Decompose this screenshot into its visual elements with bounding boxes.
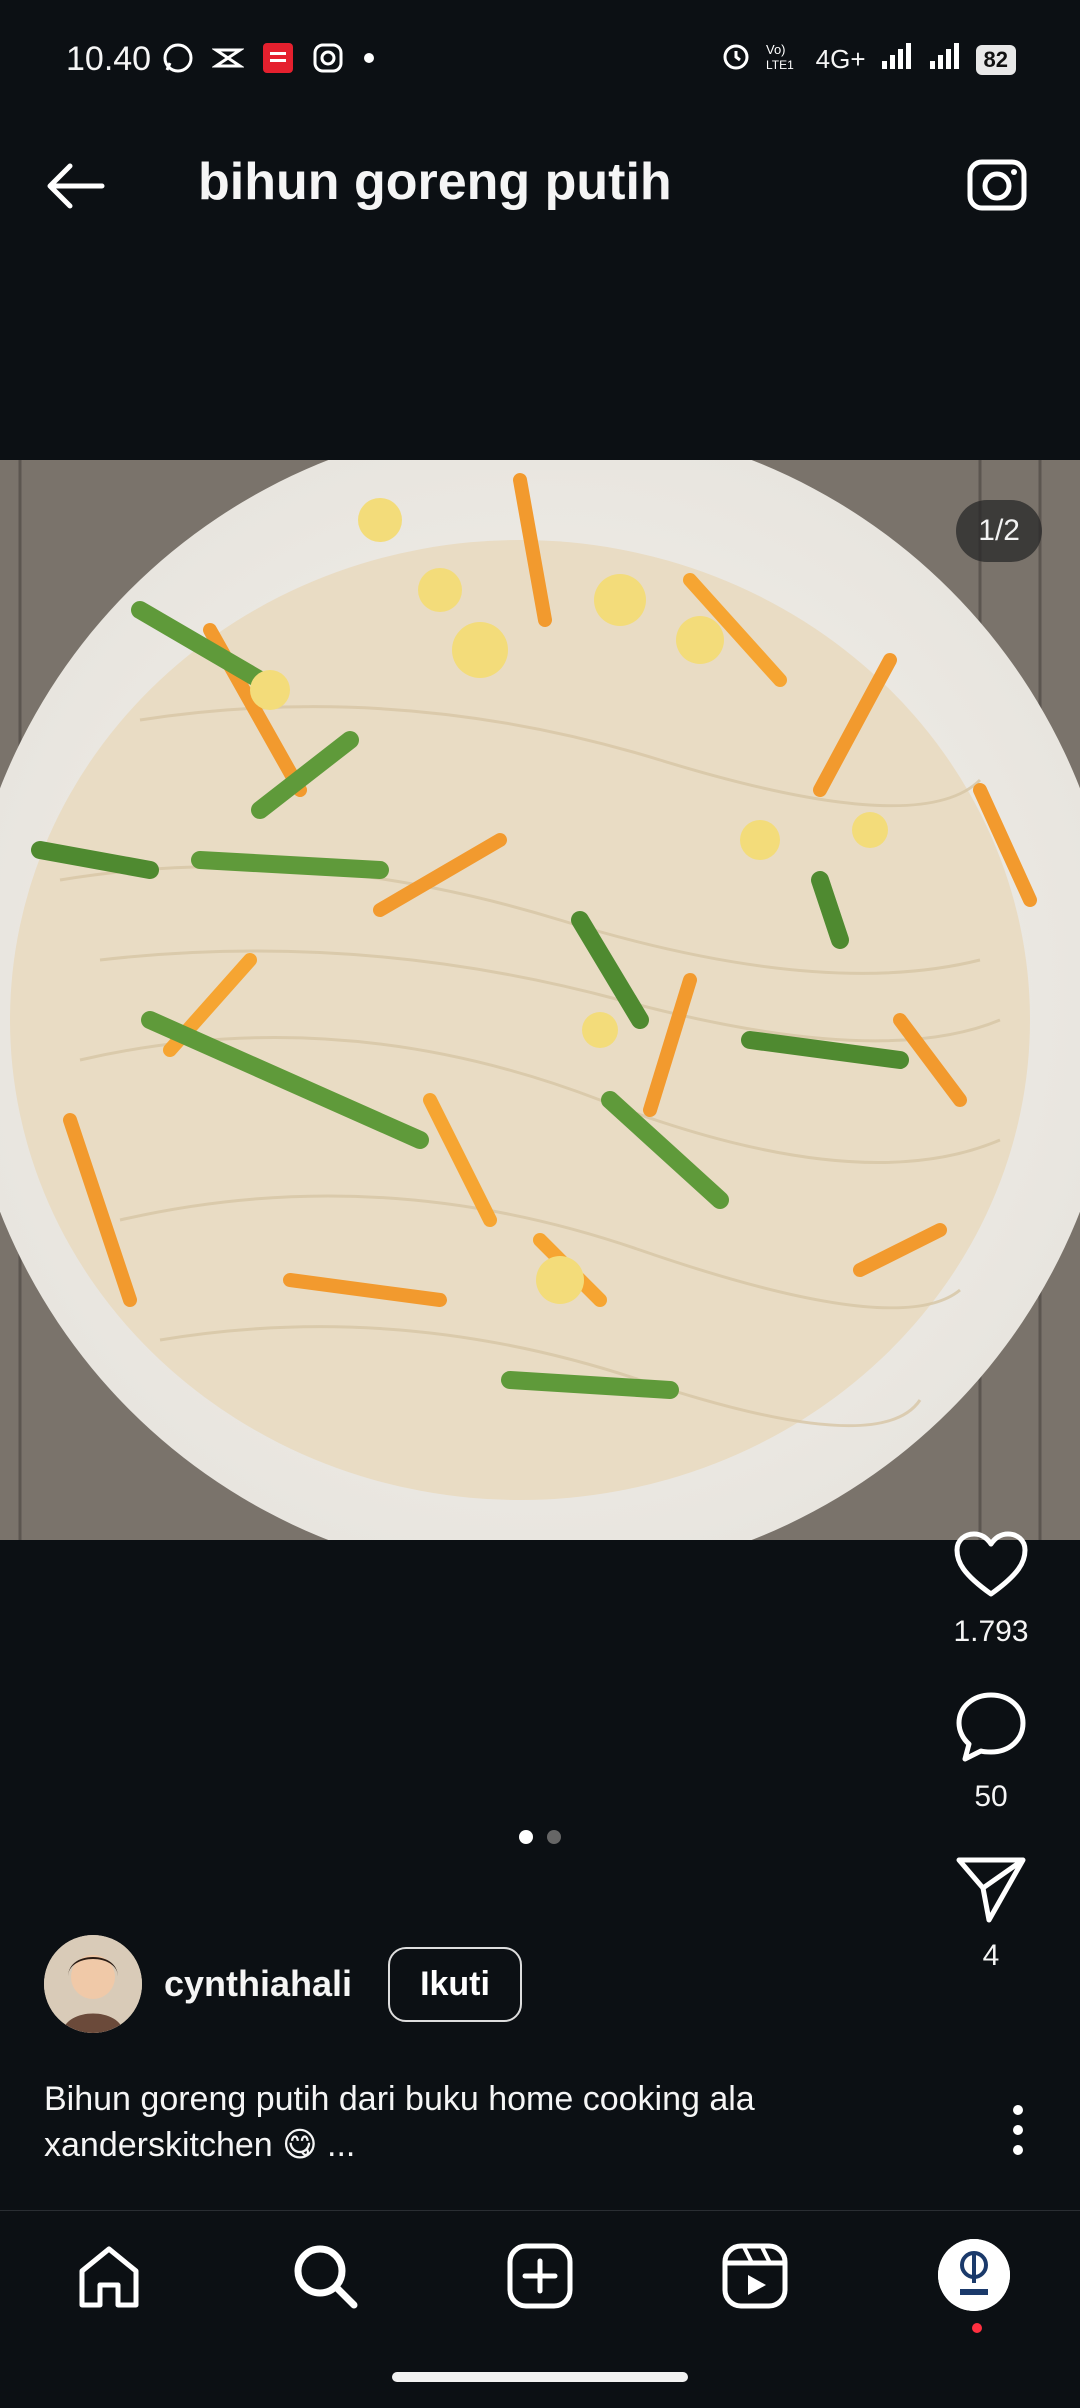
status-left-icons bbox=[162, 42, 376, 79]
home-indicator[interactable] bbox=[392, 2372, 688, 2382]
profile-avatar bbox=[938, 2239, 1010, 2311]
reels-icon bbox=[722, 2243, 788, 2309]
page-title: bihun goreng putih bbox=[198, 153, 672, 211]
back-button[interactable] bbox=[40, 158, 110, 214]
share-action[interactable]: 4 bbox=[926, 1854, 1056, 1973]
notification-dot-icon bbox=[362, 51, 376, 70]
battery-indicator: 82 bbox=[975, 44, 1016, 75]
more-vertical-icon bbox=[1013, 2105, 1023, 2155]
post-caption[interactable]: Bihun goreng putih dari buku home cookin… bbox=[44, 2076, 904, 2168]
nav-search[interactable] bbox=[290, 2241, 360, 2311]
post-image[interactable]: 1/2 bbox=[0, 460, 1080, 1540]
carousel-dot-active bbox=[519, 1830, 533, 1844]
svg-text:Vo): Vo) bbox=[766, 42, 786, 57]
more-options-button[interactable] bbox=[1000, 2100, 1036, 2160]
food-photo bbox=[0, 460, 1080, 1540]
like-action[interactable]: 1.793 bbox=[926, 1530, 1056, 1649]
post-author: cynthiahali Ikuti bbox=[44, 1935, 522, 2033]
like-count: 1.793 bbox=[953, 1615, 1029, 1648]
comment-icon bbox=[956, 1692, 1026, 1762]
create-icon bbox=[507, 2243, 573, 2309]
nav-profile[interactable] bbox=[938, 2239, 1010, 2311]
volte-icon: Vo) LTE1 bbox=[766, 40, 802, 79]
instagram-icon bbox=[312, 42, 344, 79]
signal-icon-2 bbox=[928, 41, 962, 78]
send-icon bbox=[956, 1857, 1026, 1923]
arrow-left-icon bbox=[47, 163, 105, 209]
avatar-image bbox=[44, 1935, 142, 2033]
status-time: 10.40 bbox=[66, 40, 152, 78]
capcut-icon bbox=[211, 42, 245, 79]
nav-home[interactable] bbox=[74, 2241, 144, 2311]
share-count: 4 bbox=[982, 1939, 1000, 1972]
author-username[interactable]: cynthiahali bbox=[164, 1963, 352, 2005]
bottom-navigation bbox=[0, 2210, 1080, 2341]
nav-create[interactable] bbox=[505, 2241, 575, 2311]
carousel-indicator bbox=[0, 1830, 1080, 1844]
network-type-label: 4G+ bbox=[815, 44, 866, 74]
status-bar: 10.40 Vo) LTE1 4G+ 82 bbox=[0, 0, 1080, 130]
svg-text:LTE1: LTE1 bbox=[766, 58, 794, 72]
nav-reels[interactable] bbox=[720, 2241, 790, 2311]
signal-icon bbox=[880, 41, 914, 78]
camera-button[interactable] bbox=[964, 150, 1030, 216]
carousel-dot bbox=[547, 1830, 561, 1844]
avatar[interactable] bbox=[44, 1935, 142, 2033]
comment-count: 50 bbox=[974, 1780, 1008, 1813]
status-right-icons: Vo) LTE1 4G+ 82 bbox=[720, 40, 1016, 79]
post-actions: 1.793 50 4 bbox=[926, 1530, 1056, 2013]
alarm-icon bbox=[720, 40, 752, 79]
top-bar: bihun goreng putih bbox=[0, 130, 1080, 240]
linkaja-icon bbox=[262, 42, 294, 79]
comment-action[interactable]: 50 bbox=[926, 1689, 1056, 1814]
notification-dot bbox=[972, 2323, 982, 2333]
image-counter: 1/2 bbox=[956, 500, 1042, 562]
heart-icon bbox=[954, 1531, 1028, 1597]
search-icon bbox=[294, 2245, 358, 2309]
follow-button[interactable]: Ikuti bbox=[388, 1946, 522, 2022]
home-icon bbox=[79, 2246, 139, 2308]
camera-icon bbox=[967, 159, 1027, 211]
whatsapp-icon bbox=[162, 42, 194, 79]
